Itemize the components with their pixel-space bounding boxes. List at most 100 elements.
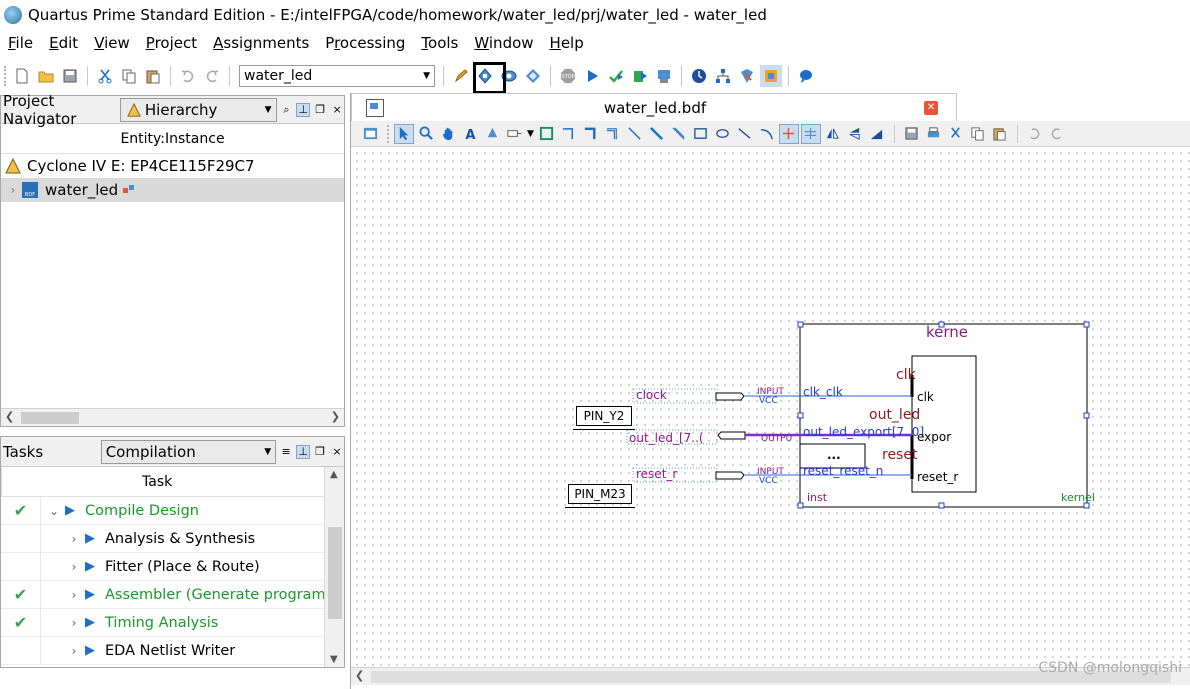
- diagonal-conduit-tool-icon[interactable]: [669, 124, 689, 144]
- chevron-right-icon[interactable]: ›: [63, 616, 85, 630]
- menu-processing[interactable]: Processing: [317, 34, 413, 52]
- menu-help[interactable]: Help: [542, 34, 592, 52]
- zoom-tool-icon[interactable]: [416, 124, 436, 144]
- document-tab[interactable]: water_led.bdf ✕: [351, 93, 957, 121]
- detach-window-icon[interactable]: [360, 124, 380, 144]
- chevron-right-icon[interactable]: ›: [63, 532, 85, 546]
- ip-catalog-icon[interactable]: [760, 65, 782, 87]
- scroll-right-icon[interactable]: ❯: [331, 410, 340, 423]
- flip-horizontal-icon[interactable]: [823, 124, 843, 144]
- timing-analyzer-icon[interactable]: [688, 65, 710, 87]
- analysis-synthesis-icon[interactable]: [605, 65, 627, 87]
- symbol-title[interactable]: kerne: [926, 323, 968, 341]
- print-icon[interactable]: [924, 124, 944, 144]
- rotate-icon[interactable]: [867, 124, 887, 144]
- menu-tools[interactable]: Tools: [413, 34, 466, 52]
- new-file-icon[interactable]: [11, 65, 33, 87]
- restore-window-icon[interactable]: ❐: [313, 103, 327, 117]
- pin-icon[interactable]: ⊥: [296, 102, 311, 117]
- fitter-icon[interactable]: [629, 65, 651, 87]
- cut-icon[interactable]: [946, 124, 966, 144]
- pin-m23-label[interactable]: PIN_M23: [565, 484, 635, 508]
- reset-net-label[interactable]: reset_r: [636, 467, 677, 481]
- task-row[interactable]: › ▶ Analysis & Synthesis: [1, 524, 344, 553]
- flip-vertical-icon[interactable]: [845, 124, 865, 144]
- selection-tool-icon[interactable]: [394, 123, 414, 144]
- play-icon[interactable]: ▶: [65, 503, 85, 518]
- pin-tool-icon[interactable]: [504, 124, 524, 144]
- parameter-box-label[interactable]: ...: [827, 448, 841, 462]
- top-entity-select[interactable]: water_led ▼: [239, 65, 435, 87]
- play-icon[interactable]: ▶: [85, 531, 105, 546]
- menu-view[interactable]: View: [86, 34, 138, 52]
- copy-icon[interactable]: [118, 65, 140, 87]
- menu-project[interactable]: Project: [138, 34, 205, 52]
- play-icon[interactable]: ▶: [85, 643, 105, 658]
- scroll-down-icon[interactable]: ▼: [330, 654, 338, 665]
- chevron-down-icon[interactable]: ▼: [527, 129, 534, 139]
- ellipse-tool-icon[interactable]: [713, 124, 733, 144]
- play-icon[interactable]: ▶: [85, 587, 105, 602]
- diagonal-bus-tool-icon[interactable]: [647, 124, 667, 144]
- design-assistant-icon[interactable]: [736, 65, 758, 87]
- open-folder-icon[interactable]: [35, 65, 57, 87]
- copy-icon[interactable]: [968, 124, 988, 144]
- close-tab-icon[interactable]: ✕: [924, 101, 938, 115]
- pin-y2-label[interactable]: PIN_Y2: [573, 406, 635, 430]
- save-icon[interactable]: [59, 65, 81, 87]
- restore-window-icon[interactable]: ❐: [313, 445, 327, 459]
- stop-icon[interactable]: STOP: [557, 65, 579, 87]
- undo-icon[interactable]: [177, 65, 199, 87]
- undo-icon[interactable]: [1025, 124, 1045, 144]
- chevron-down-icon[interactable]: ⌄: [43, 504, 65, 518]
- pin-icon[interactable]: ⊥: [296, 444, 311, 459]
- scroll-up-icon[interactable]: ▲: [330, 469, 338, 480]
- diagonal-node-tool-icon[interactable]: [625, 124, 645, 144]
- tasks-vertical-scrollbar[interactable]: ▲ ▼: [324, 467, 344, 667]
- edit-pencil-icon[interactable]: [450, 65, 472, 87]
- menu-edit[interactable]: Edit: [41, 34, 86, 52]
- chevron-right-icon[interactable]: ›: [63, 588, 85, 602]
- hand-tool-icon[interactable]: [438, 124, 458, 144]
- hierarchy-tree-icon[interactable]: [712, 65, 734, 87]
- out-led-net-label[interactable]: out_led_[7..(: [629, 431, 704, 445]
- start-compilation-icon[interactable]: [581, 65, 603, 87]
- task-row[interactable]: ✔ › ▶ Timing Analysis: [1, 608, 344, 637]
- device-row[interactable]: Cyclone IV E: EP4CE115F29C7: [1, 154, 344, 178]
- rubberbanding-icon[interactable]: [800, 123, 821, 144]
- schematic-canvas[interactable]: PIN_Y2 PIN_M23 clock out_led_[7..( reset…: [351, 147, 1190, 667]
- chevron-right-icon[interactable]: ›: [5, 183, 21, 197]
- text-tool-icon[interactable]: A: [460, 124, 480, 144]
- orthogonal-conduit-tool-icon[interactable]: [603, 124, 623, 144]
- close-icon[interactable]: ×: [330, 103, 344, 117]
- play-icon[interactable]: ▶: [85, 615, 105, 630]
- paste-icon[interactable]: [990, 124, 1010, 144]
- redo-icon[interactable]: [201, 65, 223, 87]
- clock-net-label[interactable]: clock: [636, 388, 667, 402]
- programmer-icon[interactable]: [653, 65, 675, 87]
- close-icon[interactable]: ×: [330, 445, 344, 459]
- arc-tool-icon[interactable]: [757, 124, 777, 144]
- task-row[interactable]: › ▶ Fitter (Place & Route): [1, 552, 344, 581]
- task-row[interactable]: ✔ › ▶ Assembler (Generate programm: [1, 580, 344, 609]
- orthogonal-node-tool-icon[interactable]: [559, 124, 579, 144]
- line-tool-icon[interactable]: [735, 124, 755, 144]
- task-row[interactable]: ✔ ⌄ ▶ Compile Design: [1, 496, 344, 525]
- rectangle-tool-icon[interactable]: [691, 124, 711, 144]
- cut-icon[interactable]: [94, 65, 116, 87]
- save-icon[interactable]: [902, 124, 922, 144]
- chevron-right-icon[interactable]: ›: [63, 644, 85, 658]
- partial-line-select-icon[interactable]: [778, 123, 799, 144]
- scroll-left-icon[interactable]: ❮: [355, 669, 364, 682]
- chip-planner-icon[interactable]: [522, 65, 544, 87]
- task-row[interactable]: › ▶ EDA Netlist Writer: [1, 636, 344, 665]
- navigator-view-select[interactable]: Hierarchy ▼: [119, 97, 277, 122]
- menu-lines-icon[interactable]: ≡: [279, 445, 293, 459]
- scrollbar-thumb[interactable]: [21, 412, 79, 424]
- menu-assignments[interactable]: Assignments: [205, 34, 317, 52]
- symbol-tool-icon[interactable]: [482, 124, 502, 144]
- orthogonal-bus-tool-icon[interactable]: [581, 124, 601, 144]
- navigator-horizontal-scrollbar[interactable]: ❮ ❯: [1, 408, 344, 426]
- block-tool-icon[interactable]: [537, 124, 557, 144]
- chevron-right-icon[interactable]: ›: [63, 560, 85, 574]
